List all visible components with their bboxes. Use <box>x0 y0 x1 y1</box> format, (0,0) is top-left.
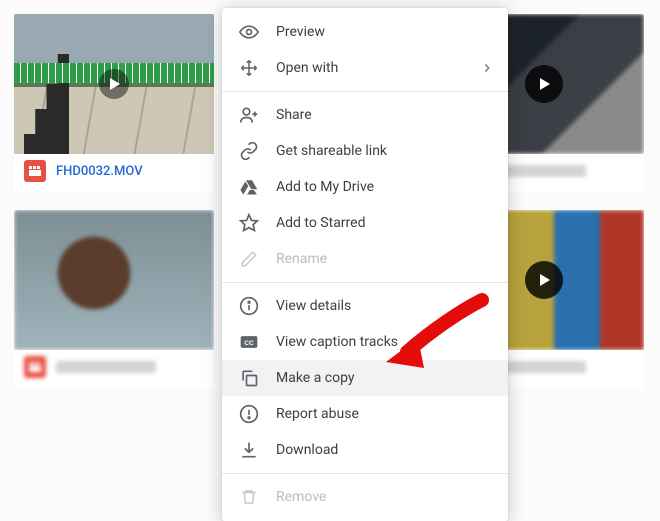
play-icon <box>525 65 563 103</box>
menu-item-rename: Rename <box>222 241 508 277</box>
link-icon <box>238 140 260 162</box>
menu-item-share[interactable]: Share <box>222 97 508 133</box>
info-icon <box>238 295 260 317</box>
menu-item-details[interactable]: View details <box>222 288 508 324</box>
menu-separator <box>222 91 508 92</box>
file-tile[interactable]: FHD0032.MOV <box>14 14 214 192</box>
menu-label: Download <box>276 442 338 458</box>
eye-icon <box>238 21 260 43</box>
file-caption <box>14 350 214 388</box>
file-tile[interactable] <box>14 210 214 388</box>
menu-item-star[interactable]: Add to Starred <box>222 205 508 241</box>
menu-label: Add to Starred <box>276 215 365 231</box>
chevron-right-icon <box>480 61 494 75</box>
menu-label: Share <box>276 107 312 123</box>
svg-text:CC: CC <box>244 340 254 347</box>
video-thumbnail[interactable] <box>14 210 214 350</box>
menu-label: View details <box>276 298 351 314</box>
cc-icon: CC <box>238 331 260 353</box>
video-file-icon <box>24 356 46 378</box>
menu-label: Make a copy <box>276 370 355 386</box>
file-name-blurred <box>56 361 156 373</box>
trash-icon <box>238 486 260 508</box>
play-icon <box>99 69 129 99</box>
menu-label: Report abuse <box>276 406 359 422</box>
menu-label: Open with <box>276 60 338 76</box>
video-thumbnail[interactable] <box>14 14 214 154</box>
download-icon <box>238 439 260 461</box>
video-file-icon <box>24 160 46 182</box>
file-name: FHD0032.MOV <box>56 164 143 179</box>
menu-item-preview[interactable]: Preview <box>222 14 508 50</box>
star-icon <box>238 212 260 234</box>
move-icon <box>238 57 260 79</box>
menu-separator <box>222 473 508 474</box>
menu-label: Preview <box>276 24 325 40</box>
menu-label: Get shareable link <box>276 143 387 159</box>
menu-item-captions[interactable]: CC View caption tracks <box>222 324 508 360</box>
file-caption: FHD0032.MOV <box>14 154 214 192</box>
menu-label: View caption tracks <box>276 334 398 350</box>
drive-icon <box>238 176 260 198</box>
copy-icon <box>238 367 260 389</box>
menu-item-add-drive[interactable]: Add to My Drive <box>222 169 508 205</box>
menu-item-open-with[interactable]: Open with <box>222 50 508 86</box>
menu-item-remove: Remove <box>222 479 508 515</box>
menu-label: Remove <box>276 489 326 505</box>
menu-item-report-abuse[interactable]: Report abuse <box>222 396 508 432</box>
person-add-icon <box>238 104 260 126</box>
play-icon <box>525 261 563 299</box>
pencil-icon <box>238 248 260 270</box>
menu-label: Add to My Drive <box>276 179 374 195</box>
menu-item-make-copy[interactable]: Make a copy <box>222 360 508 396</box>
menu-item-download[interactable]: Download <box>222 432 508 468</box>
menu-item-get-link[interactable]: Get shareable link <box>222 133 508 169</box>
menu-separator <box>222 282 508 283</box>
menu-label: Rename <box>276 251 327 267</box>
alert-icon <box>238 403 260 425</box>
context-menu: Preview Open with Share Get shareable li… <box>222 8 508 521</box>
